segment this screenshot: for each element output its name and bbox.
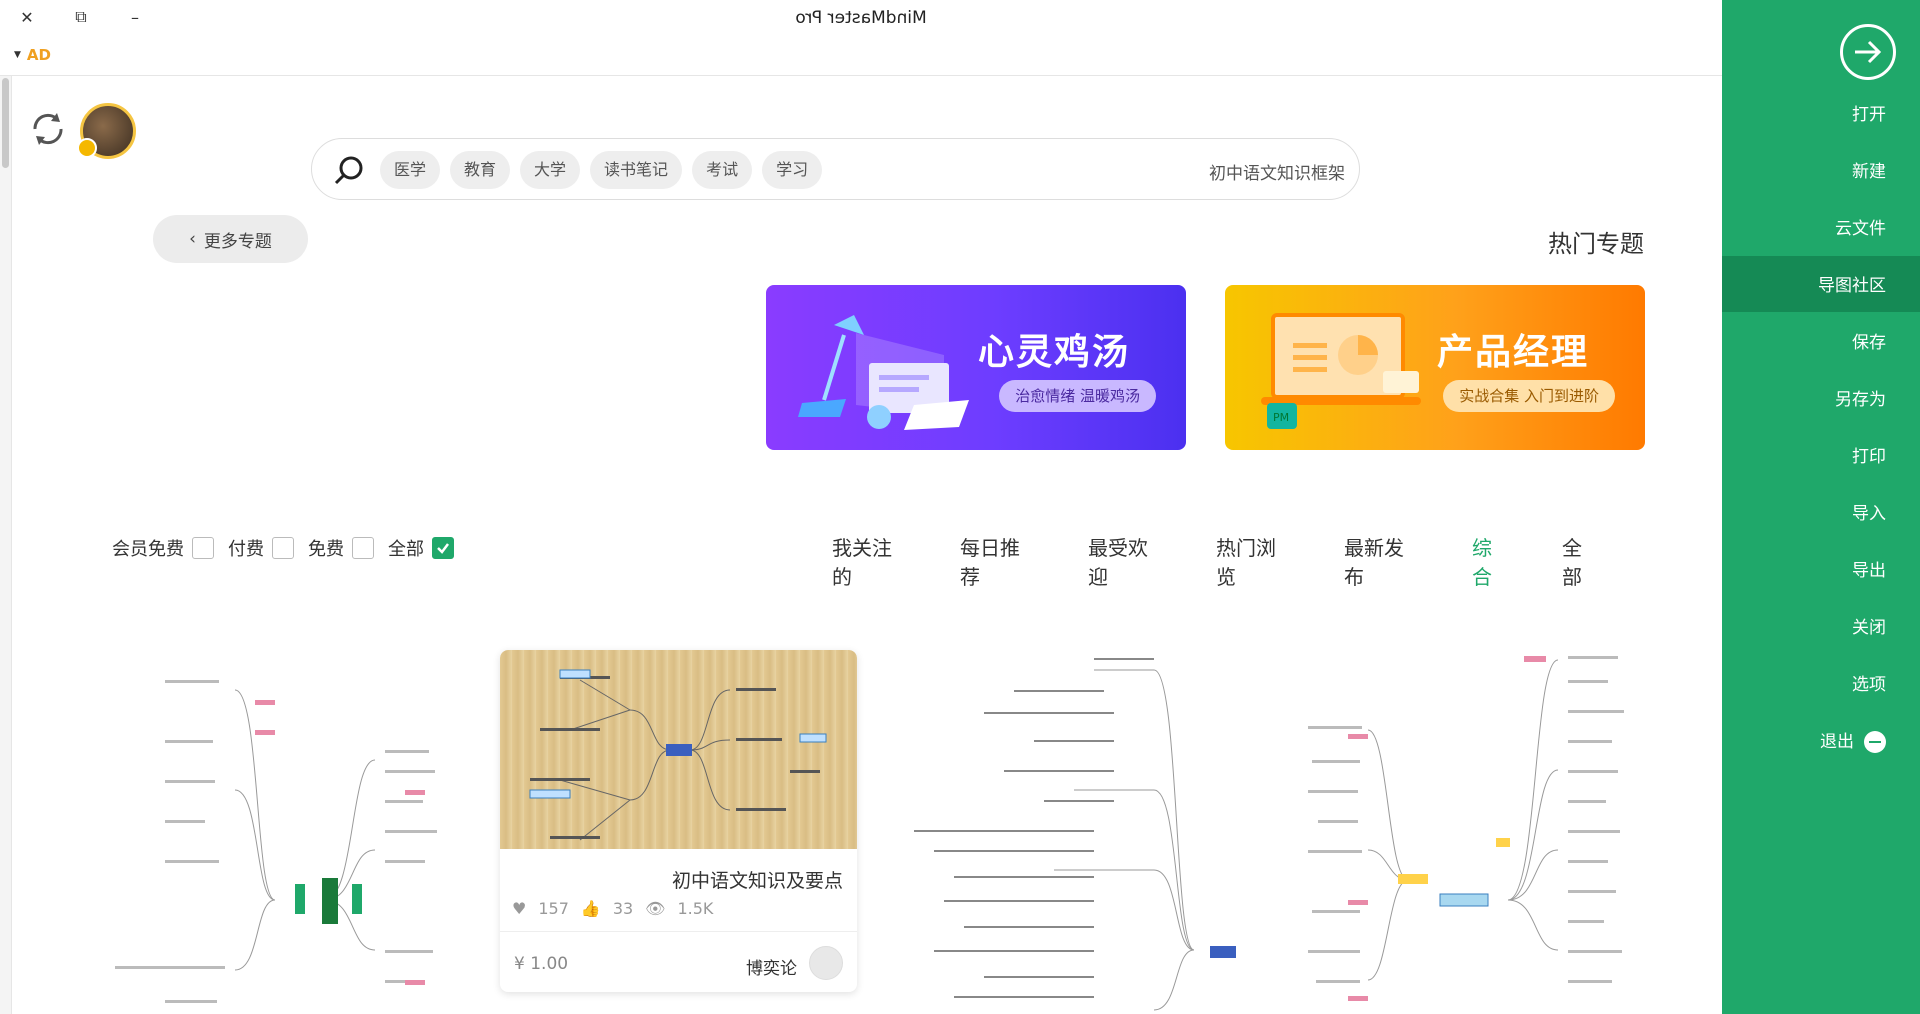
search-tags: 医学 教育 大学 读书笔记 考试 学习 (380, 151, 823, 189)
sidebar-item-print[interactable]: 打印 (1852, 442, 1886, 472)
ad-label: AD (26, 46, 51, 64)
checkbox-icon[interactable] (352, 537, 374, 559)
presentation-illustration-icon: PM (1261, 313, 1421, 429)
filter-label: 全部 (388, 539, 424, 560)
views-count: 1.5K (677, 899, 714, 918)
user-avatar[interactable] (77, 103, 136, 159)
sidebar-item-open[interactable]: 打开 (1852, 100, 1886, 130)
banner-subtitle: 治愈情绪 温暖鸡汤 (999, 380, 1156, 412)
sidebar-item-exit[interactable]: 退出 (1820, 727, 1886, 757)
tab-most-popular[interactable]: 最受欢迎 (1088, 532, 1164, 589)
featured-mindmap-card[interactable]: 初中语文知识及要点 ♥ 157 👍 33 👁 1.5K ¥ 1.00 博奕论 (500, 650, 857, 992)
app-root: ✕ ⧉ – MindMaster Pro ▼ AD 医学 教育 大学 读书笔记 … (0, 0, 1920, 1014)
title-bar: ✕ ⧉ – MindMaster Pro (0, 0, 1722, 38)
eye-icon: 👁 (645, 899, 666, 918)
card-price: ¥ 1.00 (514, 954, 569, 974)
sidebar-item-options[interactable]: 选项 (1852, 670, 1886, 700)
window-title: MindMaster Pro (795, 8, 927, 28)
search-tag[interactable]: 考试 (692, 151, 753, 189)
mindmap-card[interactable] (105, 650, 462, 1014)
category-tabs: 全部 综合 最新发布 热门浏览 最受欢迎 每日推荐 我关注的 (780, 532, 1600, 589)
pm-badge: PM (1273, 411, 1289, 424)
hot-topics-title: 热门专题 (1548, 230, 1644, 258)
scrollbar-thumb[interactable] (2, 78, 9, 168)
sidebar-item-import[interactable]: 导入 (1852, 499, 1886, 529)
mindmap-card[interactable] (894, 650, 1251, 1014)
open-arrow-icon[interactable] (1840, 24, 1896, 80)
caret-down-icon: ▼ (14, 50, 21, 60)
chevron-left-icon: ‹ (189, 229, 196, 249)
vertical-scrollbar[interactable] (0, 76, 12, 1014)
tab-hot-views[interactable]: 热门浏览 (1216, 532, 1292, 589)
ad-menu[interactable]: ▼ AD (14, 46, 51, 64)
sidebar-item-new[interactable]: 新建 (1852, 157, 1886, 187)
search-tag[interactable]: 教育 (450, 151, 511, 189)
tab-comprehensive[interactable]: 综合 (1472, 532, 1510, 589)
header-divider (0, 75, 1722, 76)
more-topics-label: 更多专题 (203, 231, 272, 252)
sidebar-item-community[interactable]: 导图社区 (1818, 271, 1886, 301)
filter-all[interactable]: 全部 (388, 535, 454, 561)
file-menu-sidebar: 打开 新建 云文件 导图社区 保存 另存为 打印 导入 导出 关闭 选项 退出 (1722, 0, 1920, 1014)
card-divider (500, 931, 857, 932)
search-tag[interactable]: 读书笔记 (590, 151, 683, 189)
author-name[interactable]: 博奕论 (746, 954, 797, 979)
card-title[interactable]: 初中语文知识及要点 (672, 866, 843, 893)
filter-label: 免费 (308, 539, 344, 560)
more-topics-button[interactable]: ‹ 更多专题 (153, 215, 308, 263)
sidebar-item-cloud-files[interactable]: 云文件 (1835, 214, 1886, 244)
search-tag[interactable]: 大学 (520, 151, 581, 189)
mindmap-thumbnail (914, 658, 1236, 1011)
sidebar-item-export[interactable]: 导出 (1852, 556, 1886, 586)
author-avatar[interactable] (809, 946, 843, 980)
search-tag[interactable]: 医学 (380, 151, 441, 189)
tab-latest[interactable]: 最新发布 (1344, 532, 1420, 589)
filter-member-free[interactable]: 会员免费 (112, 535, 214, 561)
favorites-count: 157 (538, 899, 569, 918)
sidebar-item-save[interactable]: 保存 (1852, 328, 1886, 358)
banner-product-manager[interactable]: PM 产品经理 实战合集 入门到进阶 (1225, 285, 1645, 450)
sidebar-item-label: 退出 (1820, 732, 1854, 752)
checkbox-icon[interactable] (272, 537, 294, 559)
sidebar-item-close[interactable]: 关闭 (1852, 613, 1886, 643)
lamp-illustration-icon (798, 315, 969, 430)
banner-chicken-soup[interactable]: 心灵鸡汤 治愈情绪 温暖鸡汤 (766, 285, 1186, 450)
thumbs-up-icon: 👍 (580, 899, 601, 918)
tab-all[interactable]: 全部 (1562, 532, 1600, 589)
vip-badge-icon (77, 138, 97, 158)
banner-title: 心灵鸡汤 (977, 332, 1130, 373)
mindmap-thumbnail (529, 669, 827, 841)
refresh-icon[interactable] (27, 108, 69, 150)
checkbox-checked-icon[interactable] (432, 537, 454, 559)
banner-title: 产品经理 (1436, 332, 1589, 373)
card-stats: ♥ 157 👍 33 👁 1.5K (512, 899, 713, 918)
heart-icon: ♥ (512, 899, 527, 918)
card-thumbnail (500, 650, 857, 849)
likes-count: 33 (612, 899, 634, 918)
checkbox-icon[interactable] (192, 537, 214, 559)
mindmap-card[interactable] (1288, 650, 1645, 1014)
tab-following[interactable]: 我关注的 (832, 532, 908, 589)
filter-label: 会员免费 (112, 539, 184, 560)
price-filters: 全部 免费 付费 会员免费 (112, 535, 454, 561)
filter-free[interactable]: 免费 (308, 535, 374, 561)
search-icon[interactable] (332, 153, 366, 187)
search-placeholder[interactable]: 初中语文知识框架 (1209, 159, 1345, 184)
banner-subtitle: 实战合集 入门到进阶 (1443, 380, 1615, 412)
exit-minus-icon (1864, 731, 1886, 753)
filter-label: 付费 (228, 539, 264, 560)
filter-paid[interactable]: 付费 (228, 535, 294, 561)
mindmap-thumbnail (115, 680, 437, 1003)
search-bar[interactable]: 医学 教育 大学 读书笔记 考试 学习 初中语文知识框架 (311, 138, 1360, 200)
mindmap-thumbnail (1308, 656, 1624, 1001)
sidebar-item-save-as[interactable]: 另存为 (1835, 385, 1886, 415)
search-tag[interactable]: 学习 (762, 151, 823, 189)
tab-daily-picks[interactable]: 每日推荐 (960, 532, 1036, 589)
